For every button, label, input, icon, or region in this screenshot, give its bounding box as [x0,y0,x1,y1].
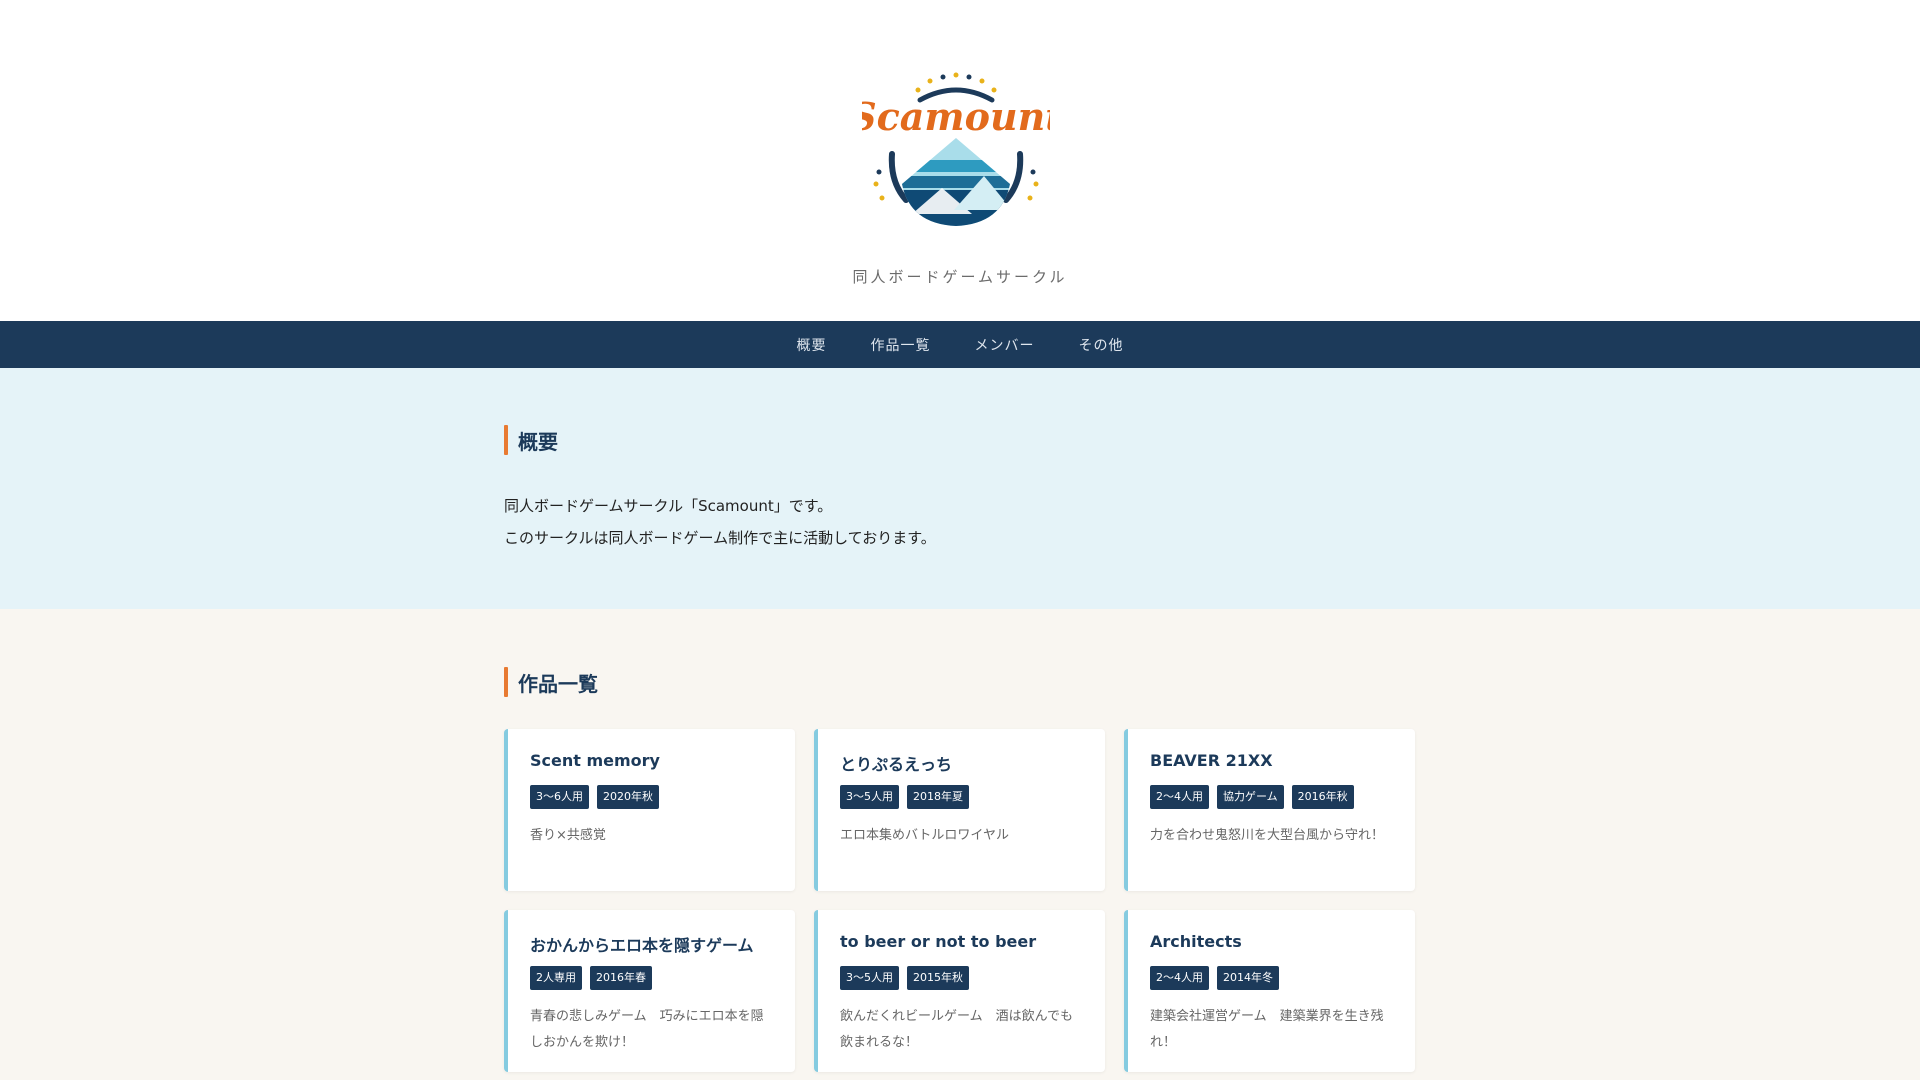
site-header: Scamount 同人ボードゲームサークル [0,0,1920,321]
work-description: 飲んだくれビールゲーム 酒は飲んでも飲まれるな！ [840,1009,1073,1050]
site-tagline: 同人ボードゲームサークル [852,268,1068,286]
about-line-1: 同人ボードゲームサークル「Scamount」です。 [504,497,833,515]
work-tag: 2016年秋 [1291,785,1354,809]
work-description: 香り×共感覚 [530,828,606,843]
work-card[interactable]: Architects 2〜4人用 2014年冬 建築会社運営ゲーム 建築業界を生… [1124,910,1415,1072]
work-tag: 2015年秋 [907,966,969,990]
work-tags: 3〜5人用 2018年夏 [840,785,1083,809]
work-card[interactable]: to beer or not to beer 3〜5人用 2015年秋 飲んだく… [814,910,1105,1072]
svg-text:Scamount: Scamount [862,94,1050,139]
work-title: BEAVER 21XX [1150,751,1273,770]
work-tag: 3〜5人用 [840,966,899,990]
work-title: to beer or not to beer [840,932,1037,951]
work-tags: 2〜4人用 2014年冬 [1150,966,1393,990]
work-card[interactable]: おかんからエロ本を隠すゲーム 2人専用 2016年春 青春の悲しみゲーム 巧みに… [504,910,795,1072]
work-title: Architects [1150,932,1242,951]
scamount-logo[interactable]: Scamount [862,72,1050,232]
work-tag: 協力ゲーム [1217,785,1284,809]
work-tags: 2人専用 2016年春 [530,966,773,990]
work-title: Scent memory [530,751,660,770]
work-tag: 3〜6人用 [530,785,589,809]
work-tag: 3〜5人用 [840,785,899,809]
work-tag: 2018年夏 [907,785,969,809]
work-title: おかんからエロ本を隠すゲーム [530,936,754,955]
work-card[interactable]: とりぷるえっち 3〜5人用 2018年夏 エロ本集めバトルロワイヤル [814,729,1105,891]
work-tag: 2020年秋 [597,785,659,809]
work-tag: 2〜4人用 [1150,785,1209,809]
nav-item-members[interactable]: メンバー [975,335,1035,355]
about-heading: 概要 [504,424,1416,456]
work-tag: 2人専用 [530,966,582,990]
works-section: 作品一覧 Scent memory 3〜6人用 2020年秋 香り×共感覚 とり… [0,609,1920,1080]
heading-accent-bar [504,425,508,455]
work-tag: 2〜4人用 [1150,966,1209,990]
about-body: 同人ボードゲームサークル「Scamount」です。 このサークルは同人ボードゲー… [504,490,1416,554]
work-card[interactable]: BEAVER 21XX 2〜4人用 協力ゲーム 2016年秋 力を合わせ鬼怒川を… [1124,729,1415,891]
work-title: とりぷるえっち [840,755,953,774]
work-description: 青春の悲しみゲーム 巧みにエロ本を隠しおかんを欺け！ [530,1009,764,1050]
nav-item-overview[interactable]: 概要 [797,335,827,355]
heading-accent-bar [504,667,508,697]
about-line-2: このサークルは同人ボードゲーム制作で主に活動しております。 [504,529,936,547]
work-description: 力を合わせ鬼怒川を大型台風から守れ！ [1150,828,1385,843]
work-tags: 2〜4人用 協力ゲーム 2016年秋 [1150,785,1393,809]
about-heading-text: 概要 [518,429,558,454]
work-card[interactable]: Scent memory 3〜6人用 2020年秋 香り×共感覚 [504,729,795,891]
works-grid: Scent memory 3〜6人用 2020年秋 香り×共感覚 とりぷるえっち… [504,729,1416,1072]
nav-item-other[interactable]: その他 [1079,335,1124,355]
work-tags: 3〜6人用 2020年秋 [530,785,773,809]
work-tag: 2014年冬 [1217,966,1279,990]
nav-item-works[interactable]: 作品一覧 [871,335,931,355]
main-nav: 概要 作品一覧 メンバー その他 [0,321,1920,368]
work-tags: 3〜5人用 2015年秋 [840,966,1083,990]
works-heading-text: 作品一覧 [518,671,598,696]
about-section: 概要 同人ボードゲームサークル「Scamount」です。 このサークルは同人ボー… [0,368,1920,609]
work-tag: 2016年春 [590,966,652,990]
work-description: エロ本集めバトルロワイヤル [840,828,1010,843]
works-heading: 作品一覧 [504,666,1416,698]
work-description: 建築会社運営ゲーム 建築業界を生き残れ！ [1150,1009,1384,1050]
